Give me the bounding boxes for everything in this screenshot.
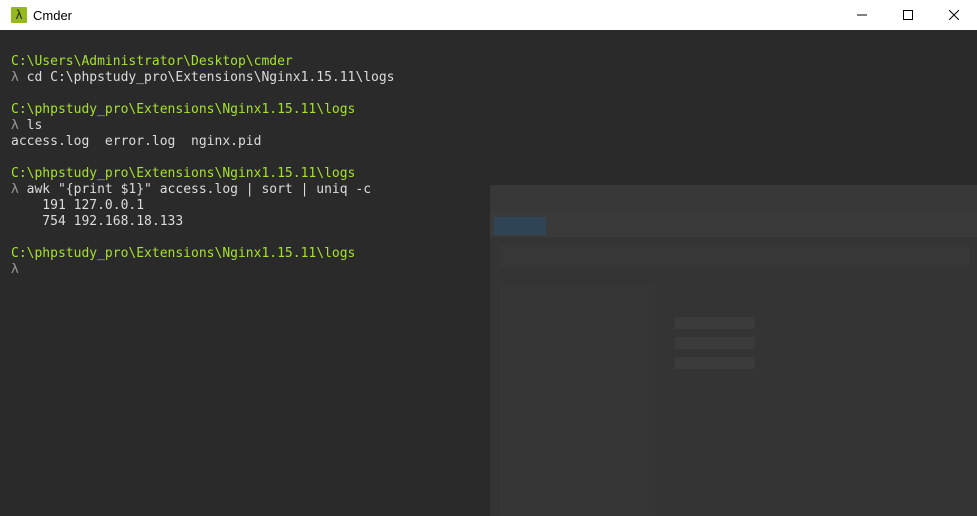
prompt-lambda: λ	[11, 262, 19, 277]
minimize-button[interactable]	[839, 0, 885, 30]
title-bar[interactable]: λ Cmder	[0, 0, 977, 30]
lambda-icon: λ	[11, 7, 27, 23]
prompt-lambda: λ	[11, 182, 19, 197]
terminal-line-command: λ awk "{print $1}" access.log | sort | u…	[11, 182, 395, 198]
terminal-line-path: C:\phpstudy_pro\Extensions\Nginx1.15.11\…	[11, 102, 395, 118]
terminal-line-output: access.log error.log nginx.pid	[11, 134, 395, 150]
cmder-window: λ Cmder C:\Users\Administrator\Desktop\c…	[0, 0, 977, 516]
prompt-path: C:\phpstudy_pro\Extensions\Nginx1.15.11\…	[11, 102, 356, 117]
close-button[interactable]	[931, 0, 977, 30]
terminal-line-path: C:\Users\Administrator\Desktop\cmder	[11, 54, 395, 70]
terminal-line-output: 754 192.168.18.133	[11, 214, 395, 230]
terminal-line-command: λ ls	[11, 118, 395, 134]
prompt-path: C:\phpstudy_pro\Extensions\Nginx1.15.11\…	[11, 246, 356, 261]
terminal-line-path: C:\phpstudy_pro\Extensions\Nginx1.15.11\…	[11, 166, 395, 182]
command-text: ls	[26, 118, 43, 133]
terminal-area[interactable]: C:\Users\Administrator\Desktop\cmder λ cd…	[0, 30, 977, 516]
command-text: awk "{print $1}" access.log | sort | uni…	[26, 182, 372, 197]
minimize-icon	[857, 14, 867, 16]
command-text: cd C:\phpstudy_pro\Extensions\Nginx1.15.…	[26, 70, 395, 85]
output-text: 191 127.0.0.1	[11, 198, 145, 213]
output-text: 754 192.168.18.133	[11, 214, 184, 229]
window-controls	[839, 0, 977, 30]
terminal-line-path: C:\phpstudy_pro\Extensions\Nginx1.15.11\…	[11, 246, 395, 262]
maximize-button[interactable]	[885, 0, 931, 30]
terminal-line-output: 191 127.0.0.1	[11, 198, 395, 214]
close-icon	[949, 10, 959, 20]
maximize-icon	[903, 10, 913, 20]
background-window-ghost	[490, 185, 977, 516]
terminal-output: C:\Users\Administrator\Desktop\cmder λ cd…	[11, 54, 395, 278]
prompt-lambda: λ	[11, 70, 19, 85]
prompt-path: C:\Users\Administrator\Desktop\cmder	[11, 54, 293, 69]
window-title: Cmder	[33, 7, 73, 23]
prompt-path: C:\phpstudy_pro\Extensions\Nginx1.15.11\…	[11, 166, 356, 181]
terminal-line-command: λ cd C:\phpstudy_pro\Extensions\Nginx1.1…	[11, 70, 395, 86]
output-text: access.log error.log nginx.pid	[11, 134, 262, 149]
prompt-lambda: λ	[11, 118, 19, 133]
terminal-line-command: λ	[11, 262, 395, 278]
